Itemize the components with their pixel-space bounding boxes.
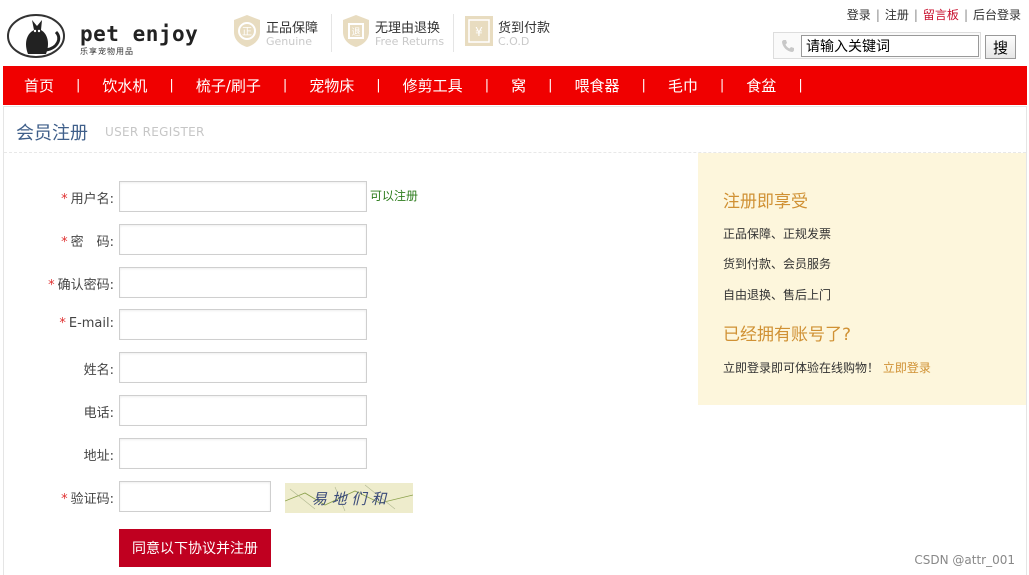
nav-item[interactable]: 首页 <box>24 75 54 96</box>
nav-separator: | <box>484 78 490 93</box>
confirm-password-input[interactable] <box>119 267 367 298</box>
svg-text:退: 退 <box>351 27 360 38</box>
login-prompt: 立即登录即可体验在线购物！ 立即登录 <box>723 359 931 376</box>
nav-separator: | <box>719 78 725 93</box>
register-link[interactable]: 注册 <box>885 8 909 22</box>
password-label: * 密 码: <box>4 231 114 250</box>
nav-item[interactable]: 修剪工具 <box>403 75 463 96</box>
promise-title: 正品保障 <box>266 21 319 36</box>
genuine-icon: 正 <box>234 15 260 47</box>
captcha-graphic: 易 地 们 和 <box>284 483 414 513</box>
nav-separator: | <box>548 78 553 93</box>
nav-item[interactable]: 梳子/刷子 <box>196 75 261 96</box>
divider <box>453 14 454 52</box>
nav-separator: | <box>169 78 174 93</box>
promise-title: 无理由退换 <box>375 21 441 36</box>
have-account-heading: 已经拥有账号了? <box>723 325 852 345</box>
required-mark: * <box>59 316 66 331</box>
login-prompt-text: 立即登录即可体验在线购物！ <box>723 361 880 375</box>
svg-text:正: 正 <box>242 27 252 38</box>
nav-separator: | <box>376 78 381 93</box>
benefit-item: 货到付款、会员服务 <box>723 257 832 271</box>
captcha-label-text: 验证码: <box>70 492 114 507</box>
nav-separator: | <box>798 78 803 93</box>
name-input[interactable] <box>119 352 367 383</box>
cod-icon: ¥ <box>465 16 493 46</box>
phone-label: 电话: <box>83 406 114 421</box>
address-input[interactable] <box>119 438 367 469</box>
nav-item[interactable]: 饮水机 <box>102 75 147 96</box>
cat-logo-icon <box>7 14 65 58</box>
confirm-password-label-text: 确认密码: <box>57 278 114 293</box>
nav-separator: | <box>76 78 81 93</box>
nav-separator: | <box>282 78 288 93</box>
nav-item[interactable]: 喂食器 <box>574 75 619 96</box>
required-mark: * <box>61 492 68 507</box>
nav-item[interactable]: 窝 <box>511 75 526 96</box>
phone-input[interactable] <box>119 395 367 426</box>
benefits-heading: 注册即享受 <box>723 192 808 212</box>
search-input[interactable] <box>801 35 979 57</box>
captcha-image[interactable]: 易 地 们 和 <box>284 483 414 513</box>
logo-wordmark: pet enjoy <box>80 22 199 46</box>
password-input[interactable] <box>119 224 367 255</box>
register-submit-button[interactable]: 同意以下协议并注册 <box>119 529 271 567</box>
nav-item[interactable]: 毛巾 <box>668 75 698 96</box>
nav-item[interactable]: 宠物床 <box>309 75 354 96</box>
required-mark: * <box>48 278 55 293</box>
register-panel: 会员注册 USER REGISTER * 用户名: 可以注册 * 密 码: * 确认密… <box>3 106 1027 575</box>
promise-subtitle: Genuine <box>266 35 313 48</box>
username-label: * 用户名: <box>4 188 114 207</box>
link-separator: | <box>875 8 880 22</box>
password-label-text: 密 码: <box>70 235 114 250</box>
nav-separator: | <box>641 78 646 93</box>
captcha-input[interactable] <box>119 481 271 512</box>
page-title: 会员注册 <box>16 123 88 144</box>
name-label: 姓名: <box>83 363 114 378</box>
main-nav: 首页 | 饮水机 | 梳子/刷子 | 宠物床 | 修剪工具 | 窝 | 喂食器 | 毛巾 | 食盆 | <box>3 66 1027 105</box>
email-label: * E-mail: <box>4 316 114 331</box>
promise-subtitle: C.O.D <box>498 35 530 48</box>
promise-title: 货到付款 <box>498 21 551 36</box>
login-now-link[interactable]: 立即登录 <box>883 361 931 375</box>
promise-subtitle: Free Returns <box>375 35 445 48</box>
site-logo[interactable]: pet enjoy 乐享宠物用品 <box>6 10 206 58</box>
address-label: 地址: <box>83 449 114 464</box>
captcha-label: * 验证码: <box>4 488 114 507</box>
admin-login-link[interactable]: 后台登录 <box>973 8 1021 22</box>
benefit-item: 自由退换、售后上门 <box>723 288 832 302</box>
top-links: 登录 | 注册 | 留言板 | 后台登录 <box>847 6 1021 23</box>
link-separator: | <box>963 8 968 22</box>
required-mark: * <box>61 192 68 207</box>
link-separator: | <box>913 8 918 22</box>
page-title-en: USER REGISTER <box>105 125 205 139</box>
username-input[interactable] <box>119 181 367 212</box>
username-status: 可以注册 <box>370 189 419 203</box>
nav-item[interactable]: 食盆 <box>746 75 776 96</box>
svg-text:¥: ¥ <box>475 25 483 39</box>
watermark: CSDN @attr_001 <box>914 553 1015 567</box>
captcha-text: 易 地 们 和 <box>312 490 388 508</box>
email-label-text: E-mail: <box>68 316 114 331</box>
confirm-password-label: * 确认密码: <box>4 274 114 293</box>
login-link[interactable]: 登录 <box>847 8 871 22</box>
phone-icon <box>782 40 794 52</box>
email-input[interactable] <box>119 309 367 340</box>
search-button[interactable]: 搜 <box>985 35 1016 59</box>
benefit-item: 正品保障、正规发票 <box>723 227 832 241</box>
benefits-panel: 注册即享受 正品保障、正规发票 货到付款、会员服务 自由退换、售后上门 已经拥有… <box>698 153 1026 405</box>
search-box: 搜 <box>773 32 1023 60</box>
username-label-text: 用户名: <box>70 192 114 207</box>
logo-subtitle: 乐享宠物用品 <box>80 47 134 56</box>
site-header: pet enjoy 乐享宠物用品 正 正品保障 Genuine 退 无理由退换 … <box>0 0 1029 66</box>
nav-list: 首页 | 饮水机 | 梳子/刷子 | 宠物床 | 修剪工具 | 窝 | 喂食器 | 毛巾 | 食盆 | <box>3 66 1027 105</box>
required-mark: * <box>61 235 68 250</box>
free-returns-icon: 退 <box>343 15 369 47</box>
message-board-link[interactable]: 留言板 <box>923 8 959 22</box>
page-title-bar: 会员注册 USER REGISTER <box>4 107 1026 153</box>
divider <box>331 14 332 52</box>
